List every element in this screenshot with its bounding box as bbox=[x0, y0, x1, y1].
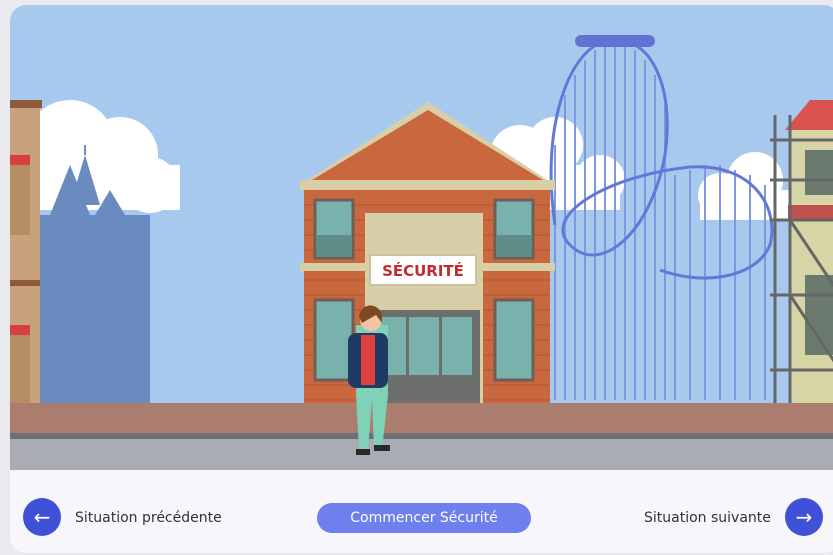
prev-situation-label[interactable]: Situation précédente bbox=[75, 510, 222, 526]
footer-nav: ← Situation précédente Commencer Sécurit… bbox=[10, 470, 833, 553]
arrow-left-icon: ← bbox=[33, 505, 51, 529]
prev-situation-button[interactable]: ← bbox=[23, 498, 61, 536]
next-situation-button[interactable]: → bbox=[785, 498, 823, 536]
left-building bbox=[10, 100, 42, 410]
arrow-right-icon: → bbox=[795, 505, 813, 529]
start-security-button[interactable]: Commencer Sécurité bbox=[317, 503, 531, 533]
street-scene: SÉCURITÉ bbox=[10, 5, 833, 470]
building-sign-text: SÉCURITÉ bbox=[382, 261, 464, 280]
start-security-label: Commencer Sécurité bbox=[350, 510, 498, 526]
scene-card: SÉCURITÉ ← Situation précédente Commence… bbox=[10, 5, 833, 553]
next-situation-label[interactable]: Situation suivante bbox=[644, 510, 771, 526]
